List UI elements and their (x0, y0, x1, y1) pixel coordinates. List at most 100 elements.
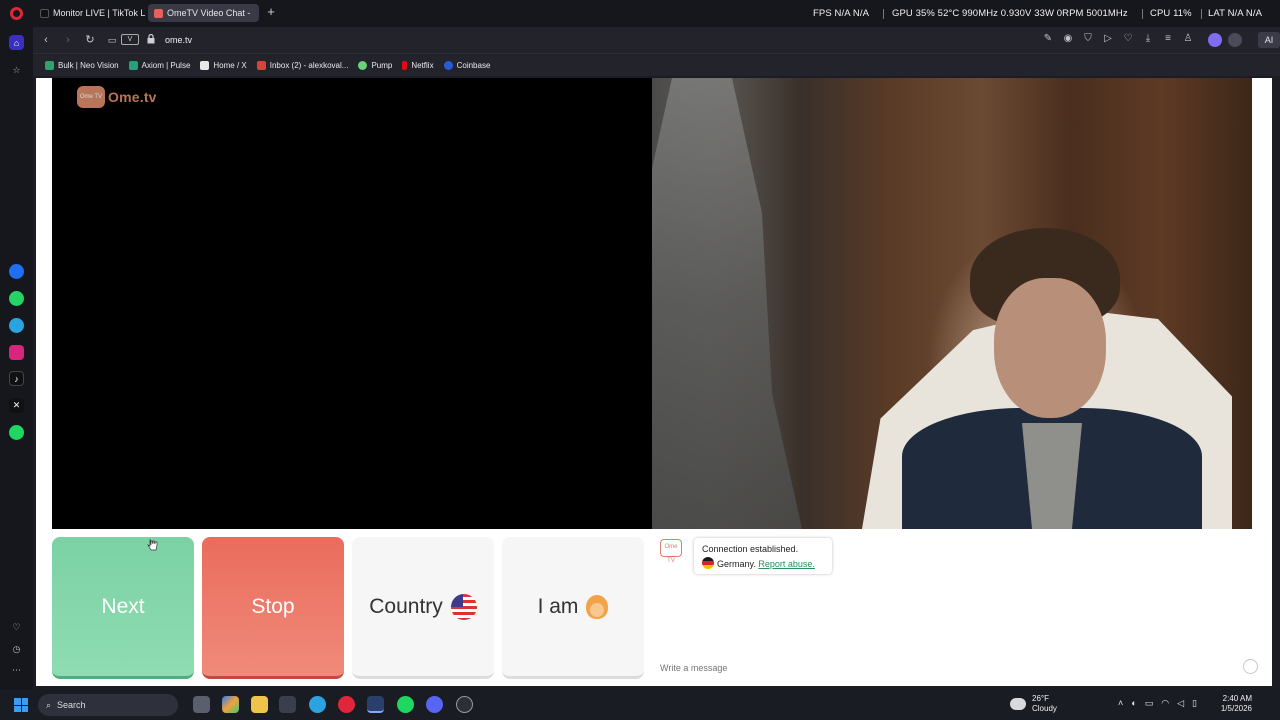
messenger-icon[interactable] (9, 264, 24, 279)
us-flag-icon (450, 593, 477, 620)
task-view-icon[interactable] (193, 696, 210, 713)
home-icon[interactable]: ⌂ (9, 35, 24, 50)
country-label: Country (369, 594, 443, 618)
aria-icon[interactable] (1208, 33, 1222, 47)
instagram-icon[interactable] (9, 345, 24, 360)
profile-icon[interactable]: ♙ (1182, 33, 1194, 45)
bookmark-label: Pump (371, 60, 393, 70)
reload-icon[interactable]: ↻ (83, 33, 97, 47)
chevron-up-icon[interactable]: ˄ (1118, 698, 1123, 709)
bookmark-neo-vision[interactable]: Bulk | Neo Vision (45, 60, 119, 70)
heart-icon[interactable]: ♡ (9, 620, 24, 635)
search-icon: ⌕ (46, 699, 52, 710)
person-face (994, 278, 1106, 418)
gmail-icon (256, 60, 266, 70)
tab-tiktok-live[interactable]: Monitor LIVE | TikTok LIVE (34, 4, 146, 22)
extensions-icon[interactable] (1228, 33, 1242, 47)
cloud-icon (1010, 698, 1026, 710)
ometv-logo: Ome TV Ome.tv (77, 86, 157, 108)
weather-widget[interactable]: 26°F Cloudy (1010, 694, 1057, 714)
stranger-country: Germany. (717, 559, 756, 569)
weather-temp: 26°F (1032, 694, 1049, 703)
taskbar-search[interactable]: ⌕ Search (38, 694, 178, 716)
telegram-icon[interactable] (309, 696, 326, 713)
calculator-icon[interactable] (279, 696, 296, 713)
discord-icon[interactable] (426, 696, 443, 713)
clock-time: 2:40 AM (1222, 694, 1252, 703)
battery-icon[interactable]: ▯ (1192, 698, 1197, 709)
weather-condition: Cloudy (1032, 704, 1057, 713)
pill-icon (358, 60, 368, 70)
page-scrollbar[interactable] (1272, 78, 1280, 686)
bookmark-netflix[interactable]: Netflix (402, 60, 434, 70)
windows-start-icon[interactable] (14, 698, 28, 712)
bookmark-home-x[interactable]: Home / X (200, 60, 247, 70)
heart-icon[interactable]: ♡ (1122, 33, 1134, 45)
history-icon[interactable]: ◷ (9, 642, 24, 657)
tab-label: OmeTV Video Chat - (167, 8, 251, 18)
system-tray: ˄ ◐ ▭ ◠ ◁ ▯ (1118, 698, 1197, 709)
file-explorer-icon[interactable] (251, 696, 268, 713)
display-icon[interactable]: ▭ (1145, 698, 1154, 709)
x-icon[interactable]: ✕ (9, 398, 24, 413)
message-input[interactable] (660, 661, 1240, 675)
coinbase-icon (443, 60, 453, 70)
forward-icon[interactable]: › (61, 33, 75, 47)
gender-button[interactable]: I am (502, 537, 644, 679)
hud-cpu: CPU 11% (1150, 8, 1192, 19)
vpn-badge[interactable]: V (121, 34, 139, 45)
chat-controls: Next Stop Country I am (52, 537, 652, 679)
opera-logo-icon[interactable] (10, 7, 23, 20)
shield-icon[interactable]: ⛉ (1082, 33, 1094, 45)
back-icon[interactable]: ‹ (39, 33, 53, 47)
lock-icon (147, 34, 155, 44)
opera-icon[interactable] (338, 696, 355, 713)
hanging-coat (652, 78, 802, 529)
system-message: Connection established. Germany. Report … (694, 538, 832, 574)
url-field[interactable]: ome.tv (165, 35, 192, 45)
spotify-icon[interactable] (397, 696, 414, 713)
next-button[interactable]: Next (52, 537, 194, 679)
ai-button[interactable]: AI (1258, 32, 1280, 48)
emoji-icon[interactable] (1243, 659, 1258, 674)
report-abuse-link[interactable]: Report abuse. (758, 559, 815, 569)
copilot-icon[interactable] (222, 696, 239, 713)
tab-ometv[interactable]: OmeTV Video Chat - (148, 4, 259, 22)
browser-tab-bar: Monitor LIVE | TikTok LIVE OmeTV Video C… (0, 0, 1280, 27)
spotify-icon[interactable] (9, 425, 24, 440)
whatsapp-icon[interactable] (9, 291, 24, 306)
search-label: Search (57, 700, 86, 710)
self-camera-video (652, 78, 1252, 529)
volume-icon[interactable]: ◁ (1177, 698, 1184, 709)
connection-text: Connection established. (702, 544, 799, 554)
wifi-icon[interactable]: ◠ (1161, 698, 1169, 709)
country-button[interactable]: Country (352, 537, 494, 679)
stop-button[interactable]: Stop (202, 537, 344, 679)
taskbar-clock[interactable]: 2:40 AM 1/5/2026 (1216, 694, 1252, 714)
hud-separator (1142, 9, 1143, 19)
telegram-icon[interactable] (9, 318, 24, 333)
new-tab-button[interactable]: + (264, 5, 278, 19)
stop-label: Stop (251, 594, 295, 618)
ometv-tv-icon: Ome TV (77, 86, 105, 108)
bookmark-coinbase[interactable]: Coinbase (443, 60, 490, 70)
chat-panel: Ome TV Connection established. Germany. … (652, 529, 1272, 686)
edit-icon[interactable]: ✎ (1042, 33, 1054, 45)
bookmark-pump[interactable]: Pump (358, 60, 393, 70)
star-icon[interactable]: ☆ (9, 63, 24, 78)
camera-icon[interactable]: ◉ (1062, 33, 1074, 45)
settings-icon[interactable] (456, 696, 473, 713)
hud-separator (1201, 9, 1202, 19)
more-icon[interactable]: ⋯ (9, 663, 24, 678)
tab-snapshot-icon[interactable]: ▭ (105, 33, 119, 47)
play-icon[interactable]: ▷ (1102, 33, 1114, 45)
x-icon (200, 60, 210, 70)
steam-icon[interactable] (367, 696, 384, 713)
tab-label: Monitor LIVE | TikTok LIVE (53, 8, 146, 18)
bookmark-gmail-inbox[interactable]: Inbox (2) - alexkoval... (256, 60, 348, 70)
tiktok-sidebar-icon[interactable]: ♪ (9, 371, 24, 386)
network-icon[interactable]: ◐ (1131, 698, 1136, 709)
download-icon[interactable]: ⤓ (1142, 33, 1154, 45)
menu-icon[interactable]: ≡ (1162, 33, 1174, 45)
bookmark-axiom-pulse[interactable]: Axiom | Pulse (128, 60, 190, 70)
